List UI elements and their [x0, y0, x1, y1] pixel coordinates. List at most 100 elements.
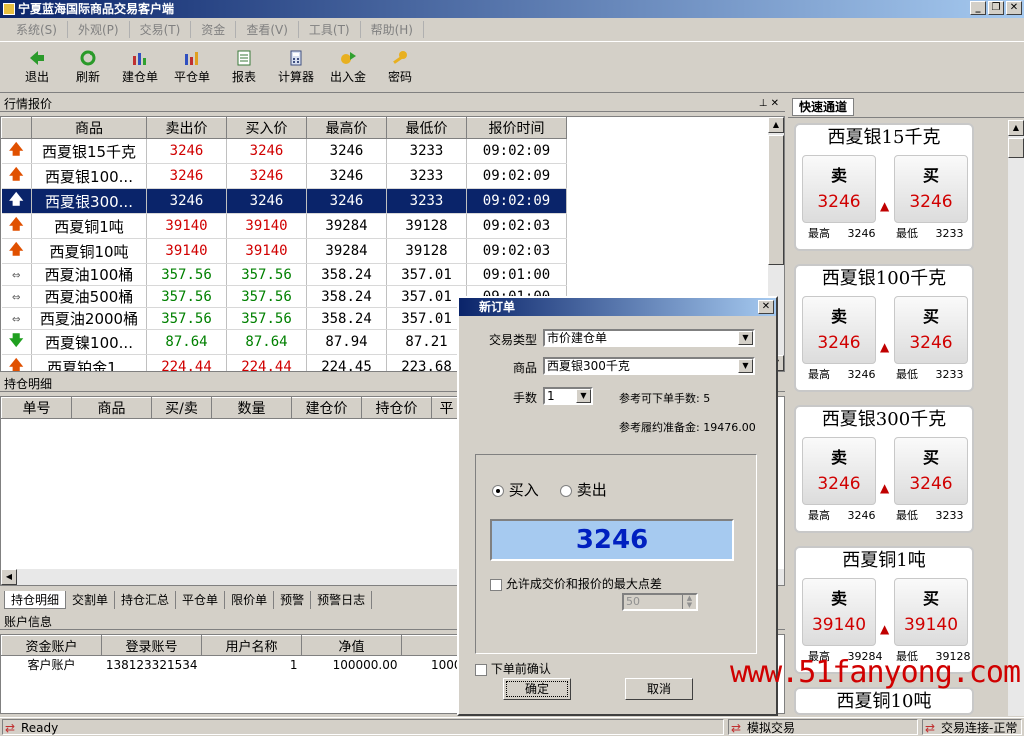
trade-type-label: 交易类型: [489, 333, 538, 347]
chevron-down-icon[interactable]: ▼: [738, 331, 753, 345]
scroll-up-icon[interactable]: ▲: [768, 117, 784, 133]
quote-row[interactable]: ⇔ 西夏油100桶 357.56 357.56 358.24 357.01 09:01:00: [1, 263, 567, 286]
exit-button[interactable]: 退出: [12, 48, 62, 90]
calculator-button[interactable]: 计算器: [271, 48, 321, 90]
chevron-down-icon[interactable]: ▼: [738, 359, 753, 373]
qty-select[interactable]: 1 ▼: [543, 387, 593, 405]
allow-diff-checkbox[interactable]: 允许成交价和报价的最大点差: [490, 575, 662, 592]
quick-buy-button[interactable]: 买 3246: [894, 296, 968, 364]
ok-button[interactable]: 确定: [503, 678, 571, 700]
quick-high-value: 3246: [847, 227, 876, 240]
quick-buy-label: 买: [922, 448, 939, 467]
cancel-button[interactable]: 取消: [625, 678, 693, 700]
col-buy[interactable]: 买入价: [226, 117, 307, 139]
col-time[interactable]: 报价时间: [466, 117, 567, 139]
quote-low: 39128: [386, 213, 467, 239]
quote-row[interactable]: 🡅 西夏铜10吨 39140 39140 39284 39128 09:02:03: [1, 238, 567, 264]
scroll-up-icon[interactable]: ▲: [1008, 120, 1024, 136]
col-high[interactable]: 最高价: [306, 117, 387, 139]
scroll-left-icon[interactable]: ◀: [1, 569, 17, 585]
buy-radio[interactable]: 买入: [492, 479, 539, 500]
sell-radio[interactable]: 卖出: [560, 479, 607, 500]
spinner-arrows-icon[interactable]: ▲ ▼: [682, 595, 696, 609]
password-button[interactable]: 密码: [375, 48, 425, 90]
confirm-checkbox[interactable]: 下单前确认: [475, 660, 551, 677]
dialog-close-button[interactable]: ✕: [758, 300, 774, 314]
pin-icon[interactable]: ⊥ ✕: [759, 96, 779, 112]
qty-value: 1: [547, 389, 555, 403]
menu-view[interactable]: 查看(V): [236, 20, 299, 38]
mode-icon: ⇄: [731, 721, 742, 735]
report-button[interactable]: 报表: [219, 48, 269, 90]
quick-buy-button[interactable]: 买 39140: [894, 578, 968, 646]
buy-radio-dot[interactable]: [492, 484, 504, 497]
arrow-up-icon: 🡅: [1, 163, 32, 189]
pos-col-hold-price[interactable]: 持仓价: [361, 397, 432, 419]
quote-low: 357.01: [386, 307, 467, 330]
sell-radio-dot[interactable]: [560, 484, 572, 497]
menu-system[interactable]: 系统(S): [6, 20, 68, 38]
tab-alerts[interactable]: 预警: [274, 591, 312, 609]
scroll-thumb[interactable]: [1008, 138, 1024, 158]
quick-high: 最高 3246: [808, 507, 875, 523]
quick-buy-button[interactable]: 买 3246: [894, 437, 968, 505]
col-name[interactable]: 商品: [31, 117, 147, 139]
acc-col-user[interactable]: 用户名称: [201, 635, 302, 656]
acc-col-login[interactable]: 登录账号: [101, 635, 202, 656]
open-position-button[interactable]: 建仓单: [115, 48, 165, 90]
quick-sell-button[interactable]: 卖 3246: [802, 296, 876, 364]
quote-row[interactable]: 🡅 西夏铜1吨 39140 39140 39284 39128 09:02:03: [1, 213, 567, 239]
window-title: 宁夏蓝海国际商品交易客户端: [18, 2, 175, 16]
col-low[interactable]: 最低价: [386, 117, 467, 139]
menu-funds[interactable]: 资金: [191, 20, 237, 38]
diff-spinner[interactable]: 50 ▲ ▼: [622, 593, 698, 611]
tab-limit-orders[interactable]: 限价单: [225, 591, 275, 609]
menu-tools[interactable]: 工具(T): [299, 20, 361, 38]
quote-row[interactable]: 🡅 西夏银100... 3246 3246 3246 3233 09:02:09: [1, 163, 567, 189]
menu-help[interactable]: 帮助(H): [361, 20, 424, 38]
pos-col-id[interactable]: 单号: [1, 397, 72, 419]
quick-sell-button[interactable]: 卖 3246: [802, 437, 876, 505]
product-label: 商品: [513, 361, 538, 375]
pos-col-open-price[interactable]: 建仓价: [291, 397, 362, 419]
quote-name: 西夏铜10吨: [31, 238, 147, 264]
restore-button[interactable]: ❐: [988, 1, 1004, 15]
acc-col-fund[interactable]: 资金账户: [1, 635, 102, 656]
product-select[interactable]: 西夏银300千克 ▼: [543, 357, 755, 375]
tab-delivery[interactable]: 交割单: [66, 591, 116, 609]
refresh-button[interactable]: 刷新: [63, 48, 113, 90]
scroll-thumb[interactable]: [768, 135, 784, 265]
confirm-check[interactable]: [475, 663, 487, 676]
tab-position-summary[interactable]: 持仓汇总: [115, 591, 177, 609]
quote-row[interactable]: 🡅 西夏银300... 3246 3246 3246 3233 09:02:09: [1, 188, 567, 214]
minimize-button[interactable]: _: [970, 1, 986, 15]
trade-type-select[interactable]: 市价建仓单 ▼: [543, 329, 755, 347]
quote-high: 3246: [306, 163, 387, 189]
menu-appearance[interactable]: 外观(P): [68, 20, 130, 38]
tab-alert-log[interactable]: 预警日志: [311, 591, 373, 609]
trade-type-value: 市价建仓单: [547, 331, 608, 345]
acc-col-net[interactable]: 净值: [301, 635, 402, 656]
quote-sell: 357.56: [146, 307, 227, 330]
acc-col-extra[interactable]: [401, 635, 462, 656]
pos-col-qty[interactable]: 数量: [211, 397, 292, 419]
pos-col-side[interactable]: 买/卖: [151, 397, 212, 419]
pos-col-product[interactable]: 商品: [71, 397, 152, 419]
quote-time: 09:01:00: [466, 263, 567, 286]
quick-tab[interactable]: 快速通道: [792, 98, 855, 116]
tab-close-orders[interactable]: 平仓单: [176, 591, 226, 609]
quick-buy-button[interactable]: 买 3246: [894, 155, 968, 223]
quick-sell-button[interactable]: 卖 39140: [802, 578, 876, 646]
allow-diff-check[interactable]: [490, 578, 502, 591]
menu-trade[interactable]: 交易(T): [130, 20, 192, 38]
quick-sell-button[interactable]: 卖 3246: [802, 155, 876, 223]
quote-row[interactable]: 🡅 西夏银15千克 3246 3246 3246 3233 09:02:09: [1, 138, 567, 164]
quick-low-label: 最低: [896, 509, 918, 522]
chevron-down-icon[interactable]: ▼: [576, 389, 591, 403]
close-button[interactable]: ✕: [1006, 1, 1022, 15]
quick-vscroll[interactable]: ▲: [1008, 120, 1024, 716]
tab-positions[interactable]: 持仓明细: [4, 591, 67, 609]
col-sell[interactable]: 卖出价: [146, 117, 227, 139]
close-position-button[interactable]: 平仓单: [167, 48, 217, 90]
deposit-withdraw-button[interactable]: 出入金: [323, 48, 373, 90]
